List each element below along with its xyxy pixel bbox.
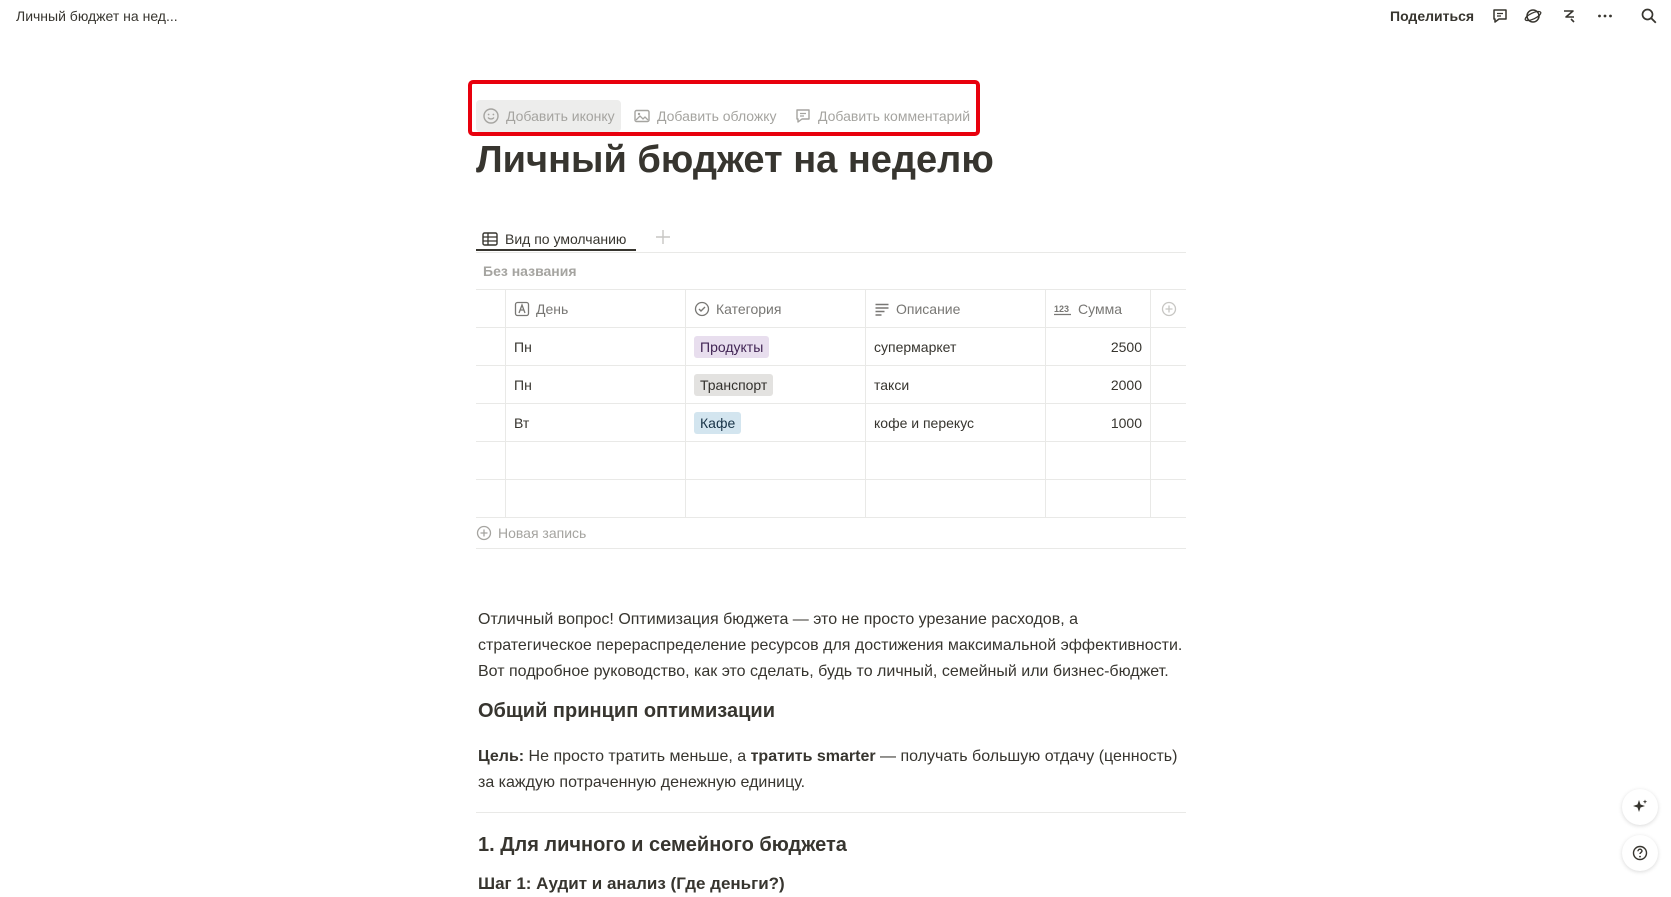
active-tab-indicator	[476, 249, 636, 251]
page-title[interactable]: Личный бюджет на неделю	[476, 139, 994, 182]
add-circle-icon	[1161, 301, 1176, 316]
cell-empty	[1150, 328, 1186, 365]
cell-day[interactable]: Пн	[505, 366, 685, 403]
cell-description[interactable]	[865, 442, 1045, 479]
text-lines-icon	[875, 303, 889, 316]
smiley-icon	[483, 108, 499, 124]
row-gutter	[476, 404, 505, 441]
row-gutter	[476, 480, 505, 517]
cell-category[interactable]: Продукты	[685, 328, 865, 365]
table-bottom-divider	[476, 548, 1186, 549]
category-tag: Кафе	[694, 411, 742, 434]
column-header-amount-label: Сумма	[1078, 300, 1122, 317]
add-cover-button[interactable]: Добавить обложку	[627, 100, 783, 132]
database-name[interactable]: Без названия	[483, 263, 577, 279]
database-table: День Категория Описание 123 Сумма Пн Про…	[476, 289, 1186, 518]
help-icon	[1632, 845, 1648, 861]
number-property-icon: 123	[1054, 304, 1071, 315]
tab-default-view-label: Вид по умолчанию	[505, 231, 627, 247]
cell-description[interactable]: кофе и перекус	[865, 404, 1045, 441]
cell-day[interactable]: Пн	[505, 328, 685, 365]
cell-amount[interactable]: 2000	[1045, 366, 1150, 403]
add-circle-icon	[476, 525, 492, 541]
add-icon-label: Добавить иконку	[506, 108, 615, 124]
column-header-day[interactable]: День	[505, 290, 685, 327]
row-gutter	[476, 442, 505, 479]
goal-paragraph[interactable]: Цель: Не просто тратить меньше, а тратит…	[478, 744, 1188, 796]
cell-description[interactable]: супермаркет	[865, 328, 1045, 365]
column-header-amount[interactable]: 123 Сумма	[1045, 290, 1150, 327]
plus-icon	[656, 230, 670, 244]
ai-icon[interactable]	[1558, 5, 1580, 27]
select-property-icon	[694, 301, 710, 316]
cell-description[interactable]: такси	[865, 366, 1045, 403]
cell-empty	[1150, 480, 1186, 517]
cell-amount[interactable]: 2500	[1045, 328, 1150, 365]
table-row[interactable]: Пн Продукты супермаркет 2500	[476, 328, 1186, 366]
heading-step-1[interactable]: Шаг 1: Аудит и анализ (Где деньги?)	[478, 874, 785, 894]
heading-section-1[interactable]: 1. Для личного и семейного бюджета	[478, 834, 847, 857]
column-header-description-label: Описание	[896, 300, 961, 317]
heading-principle[interactable]: Общий принцип оптимизации	[478, 700, 775, 723]
table-row-empty[interactable]	[476, 442, 1186, 480]
row-gutter	[476, 328, 505, 365]
svg-text:123: 123	[1054, 304, 1069, 314]
new-record-button[interactable]: Новая запись	[476, 521, 586, 545]
category-tag: Транспорт	[694, 373, 774, 396]
add-property-button[interactable]	[1150, 290, 1186, 327]
cell-description[interactable]	[865, 480, 1045, 517]
goal-text-1: Не просто тратить меньше, а	[524, 748, 751, 765]
new-record-label: Новая запись	[498, 525, 587, 541]
updates-icon[interactable]	[1522, 5, 1544, 27]
tabs-divider	[476, 252, 1186, 253]
column-header-category-label: Категория	[716, 300, 782, 317]
add-comment-label: Добавить комментарий	[818, 108, 971, 124]
column-header-category[interactable]: Категория	[685, 290, 865, 327]
more-icon[interactable]	[1594, 5, 1616, 27]
cell-empty	[1150, 366, 1186, 403]
cell-empty	[1150, 442, 1186, 479]
column-header-day-label: День	[536, 300, 569, 317]
cell-category[interactable]	[685, 442, 865, 479]
share-button[interactable]: Поделиться	[1390, 8, 1474, 24]
cell-amount[interactable]	[1045, 480, 1150, 517]
add-icon-button[interactable]: Добавить иконку	[476, 100, 621, 132]
row-gutter	[476, 366, 505, 403]
goal-bold: тратить smarter	[750, 748, 876, 765]
table-row[interactable]: Пн Транспорт такси 2000	[476, 366, 1186, 404]
table-icon	[482, 232, 498, 246]
row-gutter	[476, 290, 505, 327]
cell-category[interactable]: Транспорт	[685, 366, 865, 403]
ai-assistant-button[interactable]	[1622, 789, 1658, 825]
column-header-description[interactable]: Описание	[865, 290, 1045, 327]
comment-icon	[796, 109, 810, 123]
table-header-row: День Категория Описание 123 Сумма	[476, 289, 1186, 328]
add-comment-button[interactable]: Добавить комментарий	[788, 100, 976, 132]
top-bar: Личный бюджет на нед... Поделиться	[0, 0, 1671, 32]
text-property-icon	[514, 301, 530, 316]
cell-day[interactable]	[505, 442, 685, 479]
comment-icon[interactable]	[1489, 5, 1511, 27]
search-icon[interactable]	[1638, 5, 1660, 27]
add-cover-label: Добавить обложку	[657, 108, 777, 124]
cell-day[interactable]	[505, 480, 685, 517]
help-button[interactable]	[1622, 835, 1658, 871]
cell-category[interactable]	[685, 480, 865, 517]
cell-empty	[1150, 404, 1186, 441]
section-divider	[476, 812, 1186, 813]
category-tag: Продукты	[694, 335, 770, 358]
breadcrumb-page-title[interactable]: Личный бюджет на нед...	[16, 8, 178, 24]
table-row[interactable]: Вт Кафе кофе и перекус 1000	[476, 404, 1186, 442]
cell-category[interactable]: Кафе	[685, 404, 865, 441]
image-icon	[634, 109, 650, 123]
cell-amount[interactable]: 1000	[1045, 404, 1150, 441]
goal-label: Цель:	[478, 748, 525, 765]
sparkle-icon	[1633, 799, 1648, 812]
table-row-empty[interactable]	[476, 480, 1186, 518]
cell-amount[interactable]	[1045, 442, 1150, 479]
cell-day[interactable]: Вт	[505, 404, 685, 441]
intro-paragraph[interactable]: Отличный вопрос! Оптимизация бюджета — э…	[478, 607, 1188, 685]
add-view-button[interactable]	[652, 226, 674, 248]
